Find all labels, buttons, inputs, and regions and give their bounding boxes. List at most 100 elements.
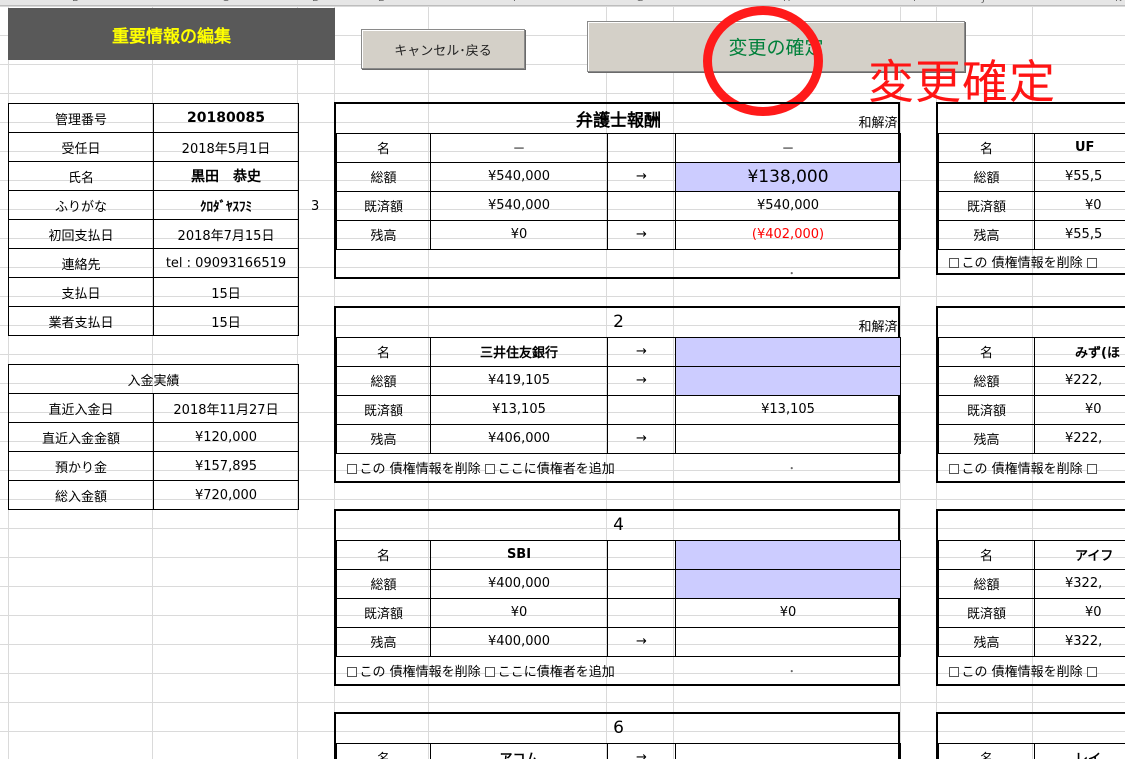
paid-cell[interactable]: ¥0 xyxy=(430,597,608,628)
table-row: 業者支払日 15日 xyxy=(8,306,299,336)
column-header-e[interactable]: E xyxy=(378,0,384,4)
delete-creditor-checkbox[interactable]: この 債権情報を削除 xyxy=(948,256,1083,271)
paid-cell[interactable]: ¥0 xyxy=(1034,597,1125,628)
contact-cell[interactable]: tel : 09093166519 xyxy=(153,248,299,278)
table-row: 預かり金 ¥157,895 xyxy=(8,451,299,481)
new-total-cell[interactable]: ¥138,000 xyxy=(675,161,901,192)
last-deposit-date-cell[interactable]: 2018年11月27日 xyxy=(153,393,299,423)
column-header-d[interactable]: D xyxy=(312,0,320,4)
column-header-g[interactable]: G xyxy=(636,0,644,4)
creditor-name-cell[interactable]: UF xyxy=(1034,132,1125,163)
column-header-c[interactable]: C xyxy=(222,0,229,4)
checkbox-icon[interactable] xyxy=(1086,463,1097,474)
client-name-cell[interactable]: 黒田 恭史 xyxy=(153,161,299,191)
creditor-name-cell[interactable]: レイ xyxy=(1034,742,1125,759)
checkbox-icon[interactable] xyxy=(948,666,959,677)
arrow-icon: → xyxy=(607,423,676,454)
field-label: 直近入金金額 xyxy=(8,422,154,452)
column-header-h[interactable]: H xyxy=(783,0,791,4)
new-name-cell[interactable] xyxy=(674,539,902,570)
balance-cell[interactable]: ¥222, xyxy=(1034,423,1125,454)
new-paid-cell[interactable]: ¥13,105 xyxy=(674,394,902,425)
balance-cell[interactable]: ¥400,000 xyxy=(430,626,608,657)
balance-cell[interactable]: ¥406,000 xyxy=(430,423,608,454)
column-header-b[interactable]: B xyxy=(72,0,79,4)
accept-date-cell[interactable]: 2018年5月1日 xyxy=(153,132,299,162)
table-row: 直近入金日 2018年11月27日 xyxy=(8,393,299,423)
table-row: 総額 ¥55,5 xyxy=(938,161,1125,192)
card-title-text: 弁護士報酬 xyxy=(576,110,661,131)
card-footer-row: この 債権情報を削除 xyxy=(939,453,1125,481)
new-name-cell[interactable] xyxy=(674,336,902,367)
total-cell[interactable]: ¥322, xyxy=(1034,568,1125,599)
creditor-name-cell[interactable]: アイフ xyxy=(1034,539,1125,570)
paid-cell[interactable]: ¥13,105 xyxy=(430,394,608,425)
card-title-text: 2 xyxy=(613,312,624,333)
total-cell[interactable]: ¥222, xyxy=(1034,365,1125,396)
footer-cell: この 債権情報を削除 xyxy=(939,453,1125,481)
creditor-name-cell[interactable]: － xyxy=(430,132,608,163)
add-creditor-checkbox[interactable]: ここに債権者を追加 xyxy=(484,462,615,477)
checkbox-icon[interactable] xyxy=(1086,257,1097,268)
checkbox-icon[interactable] xyxy=(948,463,959,474)
paid-cell[interactable]: ¥0 xyxy=(1034,190,1125,221)
total-cell[interactable]: ¥419,105 xyxy=(430,365,608,396)
balance-cell[interactable]: ¥0 xyxy=(430,219,608,250)
cancel-back-button[interactable]: キャンセル･戻る xyxy=(361,29,525,69)
row-label: 既済額 xyxy=(938,190,1035,221)
new-name-cell[interactable]: － xyxy=(675,132,901,163)
new-balance-cell[interactable] xyxy=(674,423,902,454)
furigana-cell[interactable]: ｸﾛﾀﾞﾔｽﾌﾐ xyxy=(153,190,299,220)
total-deposit-cell[interactable]: ¥720,000 xyxy=(153,480,299,510)
delete-creditor-checkbox[interactable]: この 債権情報を削除 xyxy=(948,461,1083,477)
table-row: 名－－ xyxy=(336,132,901,163)
card-header-row: 6 xyxy=(336,714,901,744)
delete-creditor-checkbox[interactable]: この 債権情報を削除 xyxy=(346,665,481,680)
paid-cell[interactable]: ¥540,000 xyxy=(430,190,608,221)
table-row: 支払日 15日 xyxy=(8,277,299,307)
add-creditor-checkbox[interactable]: ここに債権者を追加 xyxy=(484,665,615,680)
new-paid-cell[interactable]: ¥0 xyxy=(674,597,902,628)
paid-cell[interactable]: ¥0 xyxy=(1034,394,1125,425)
new-total-cell[interactable] xyxy=(674,568,902,599)
field-label: 総入金額 xyxy=(8,480,154,510)
column-header-j[interactable]: J xyxy=(982,0,985,4)
column-header-i[interactable]: I xyxy=(913,0,916,4)
last-deposit-amount-cell[interactable]: ¥120,000 xyxy=(153,422,299,452)
case-number-cell[interactable]: 20180085 xyxy=(153,103,299,133)
table-row: 残高 ¥55,5 xyxy=(938,219,1125,250)
balance-cell[interactable]: ¥322, xyxy=(1034,626,1125,657)
checkbox-icon[interactable] xyxy=(346,666,357,677)
new-balance-cell[interactable]: (¥402,000) xyxy=(675,219,901,250)
checkbox-icon[interactable] xyxy=(484,666,495,677)
first-payment-date-cell[interactable]: 2018年7月15日 xyxy=(153,219,299,249)
creditor-name-cell[interactable]: 三井住友銀行 xyxy=(430,336,608,367)
creditor-name-cell[interactable]: みず(ほ xyxy=(1034,336,1125,367)
card-header-row: 2 和解済 xyxy=(336,308,901,338)
new-name-cell[interactable] xyxy=(674,742,902,759)
new-paid-cell[interactable]: ¥540,000 xyxy=(675,190,901,221)
creditor-name-cell[interactable]: SBI xyxy=(430,539,608,570)
card-title xyxy=(938,308,1125,338)
total-cell[interactable]: ¥540,000 xyxy=(430,161,608,192)
new-total-cell[interactable] xyxy=(674,365,902,396)
balance-cell[interactable]: ¥55,5 xyxy=(1034,219,1125,250)
vendor-payment-day-cell[interactable]: 15日 xyxy=(153,306,299,336)
new-balance-cell[interactable] xyxy=(674,626,902,657)
row-label: 名 xyxy=(938,336,1035,367)
checkbox-icon[interactable] xyxy=(484,463,495,474)
total-cell[interactable]: ¥55,5 xyxy=(1034,161,1125,192)
checkbox-icon[interactable] xyxy=(1086,666,1097,677)
creditor-name-cell[interactable]: アコム xyxy=(430,742,608,759)
delete-creditor-checkbox[interactable]: この 債権情報を削除 xyxy=(346,462,481,477)
column-header-k[interactable]: K xyxy=(1115,0,1122,4)
delete-creditor-checkbox[interactable]: この 債権情報を削除 xyxy=(948,665,1083,680)
payment-day-cell[interactable]: 15日 xyxy=(153,277,299,307)
deposit-held-cell[interactable]: ¥157,895 xyxy=(153,451,299,481)
checkbox-icon[interactable] xyxy=(346,463,357,474)
column-header-f[interactable]: F xyxy=(513,0,519,4)
checkbox-label: この 債権情報を削除 xyxy=(961,461,1083,477)
total-cell[interactable]: ¥400,000 xyxy=(430,568,608,599)
row-label: 総額 xyxy=(336,568,431,599)
checkbox-icon[interactable] xyxy=(948,257,959,268)
